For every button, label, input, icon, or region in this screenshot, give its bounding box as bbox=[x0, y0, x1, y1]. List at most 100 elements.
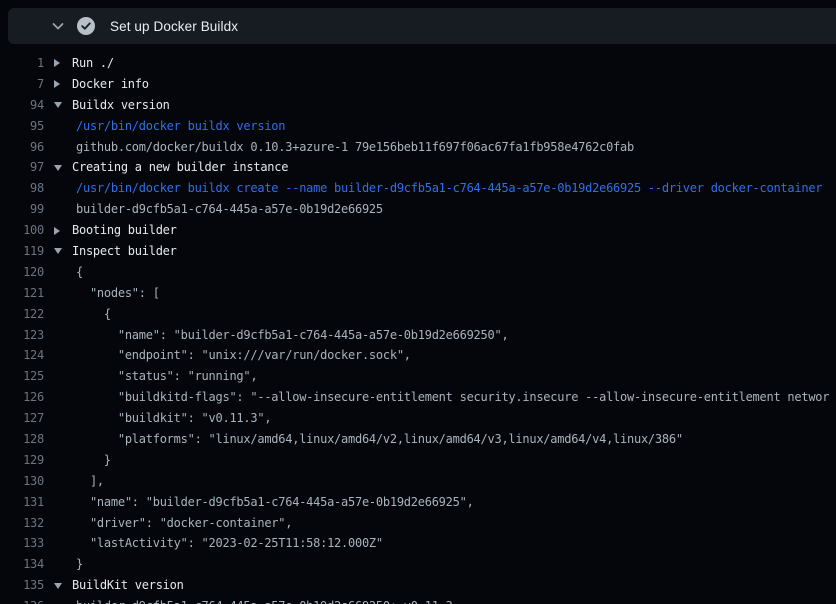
log-line: 119 Inspect builder bbox=[0, 241, 836, 262]
step-log-viewer: Set up Docker Buildx 1 Run ./ 7 Docker i… bbox=[0, 8, 836, 604]
log-command-text: /usr/bin/docker buildx create --name bui… bbox=[76, 178, 822, 199]
log-line: 135 BuildKit version bbox=[0, 575, 836, 596]
log-output-text: "endpoint": "unix:///var/run/docker.sock… bbox=[76, 345, 411, 366]
log-line: 98 /usr/bin/docker buildx create --name … bbox=[0, 178, 836, 199]
log-output-text: "nodes": [ bbox=[76, 283, 160, 304]
log-line-number[interactable]: 94 bbox=[0, 95, 44, 116]
log-group-title[interactable]: BuildKit version bbox=[72, 575, 184, 596]
log-line: 125 "status": "running", bbox=[0, 366, 836, 387]
log-line-number[interactable]: 123 bbox=[0, 325, 44, 346]
log-line-number[interactable]: 125 bbox=[0, 366, 44, 387]
triangle-down-icon[interactable] bbox=[54, 165, 62, 171]
group-toggle[interactable] bbox=[54, 59, 72, 67]
log-line: 134 } bbox=[0, 554, 836, 575]
log-group-title[interactable]: Creating a new builder instance bbox=[72, 157, 288, 178]
log-output-text: "buildkit": "v0.11.3", bbox=[76, 408, 271, 429]
log-group-title[interactable]: Run ./ bbox=[72, 53, 114, 74]
group-toggle[interactable] bbox=[54, 583, 72, 589]
log-line-number[interactable]: 99 bbox=[0, 199, 44, 220]
log-line-number[interactable]: 97 bbox=[0, 157, 44, 178]
log-group-title[interactable]: Inspect builder bbox=[72, 241, 177, 262]
log-output-text: } bbox=[76, 554, 83, 575]
group-toggle[interactable] bbox=[54, 227, 72, 235]
triangle-down-icon[interactable] bbox=[54, 583, 62, 589]
log-line-number[interactable]: 121 bbox=[0, 283, 44, 304]
log-line: 133 "lastActivity": "2023-02-25T11:58:12… bbox=[0, 533, 836, 554]
log-line: 120 { bbox=[0, 262, 836, 283]
log-line-number[interactable]: 128 bbox=[0, 429, 44, 450]
log-output-text: github.com/docker/buildx 0.10.3+azure-1 … bbox=[76, 137, 634, 158]
log-line-number[interactable]: 100 bbox=[0, 220, 44, 241]
log-line: 123 "name": "builder-d9cfb5a1-c764-445a-… bbox=[0, 325, 836, 346]
log-line: 131 "name": "builder-d9cfb5a1-c764-445a-… bbox=[0, 492, 836, 513]
triangle-down-icon[interactable] bbox=[54, 102, 62, 108]
log-line-number[interactable]: 133 bbox=[0, 533, 44, 554]
log-output-text: "status": "running", bbox=[76, 366, 257, 387]
triangle-right-icon[interactable] bbox=[54, 59, 60, 67]
log-line-number[interactable]: 120 bbox=[0, 262, 44, 283]
triangle-down-icon[interactable] bbox=[54, 248, 62, 254]
log-output-text: { bbox=[76, 304, 111, 325]
group-toggle[interactable] bbox=[54, 248, 72, 254]
log-output-text: "lastActivity": "2023-02-25T11:58:12.000… bbox=[76, 533, 383, 554]
step-title: Set up Docker Buildx bbox=[110, 19, 238, 34]
log-line-number[interactable]: 131 bbox=[0, 492, 44, 513]
log-line: 124 "endpoint": "unix:///var/run/docker.… bbox=[0, 345, 836, 366]
log-output-text: "platforms": "linux/amd64,linux/amd64/v2… bbox=[76, 429, 683, 450]
log-output-text: "buildkitd-flags": "--allow-insecure-ent… bbox=[76, 387, 829, 408]
log-line: 100 Booting builder bbox=[0, 220, 836, 241]
log-line-number[interactable]: 1 bbox=[0, 53, 44, 74]
log-line: 7 Docker info bbox=[0, 74, 836, 95]
log-line: 129 } bbox=[0, 450, 836, 471]
group-toggle[interactable] bbox=[54, 165, 72, 171]
log-line-number[interactable]: 136 bbox=[0, 596, 44, 604]
log-line-number[interactable]: 134 bbox=[0, 554, 44, 575]
triangle-right-icon[interactable] bbox=[54, 227, 60, 235]
log-line-number[interactable]: 98 bbox=[0, 178, 44, 199]
log-line-number[interactable]: 132 bbox=[0, 513, 44, 534]
log-line-number[interactable]: 95 bbox=[0, 116, 44, 137]
log-line-number[interactable]: 7 bbox=[0, 74, 44, 95]
log-line: 97 Creating a new builder instance bbox=[0, 157, 836, 178]
log-output-text: "driver": "docker-container", bbox=[76, 513, 292, 534]
log-output-text: "name": "builder-d9cfb5a1-c764-445a-a57e… bbox=[76, 325, 508, 346]
log-line-number[interactable]: 124 bbox=[0, 345, 44, 366]
log-line: 127 "buildkit": "v0.11.3", bbox=[0, 408, 836, 429]
check-circle-icon bbox=[77, 17, 95, 35]
log-output-text: "name": "builder-d9cfb5a1-c764-445a-a57e… bbox=[76, 492, 474, 513]
log-line: 126 "buildkitd-flags": "--allow-insecure… bbox=[0, 387, 836, 408]
log-line-number[interactable]: 119 bbox=[0, 241, 44, 262]
log-output-text: builder-d9cfb5a1-c764-445a-a57e-0b19d2e6… bbox=[76, 199, 383, 220]
group-toggle[interactable] bbox=[54, 102, 72, 108]
step-header[interactable]: Set up Docker Buildx bbox=[8, 8, 836, 44]
group-toggle[interactable] bbox=[54, 80, 72, 88]
log-output-text: { bbox=[76, 262, 83, 283]
log-line: 132 "driver": "docker-container", bbox=[0, 513, 836, 534]
log-line-number[interactable]: 96 bbox=[0, 137, 44, 158]
log-line-number[interactable]: 126 bbox=[0, 387, 44, 408]
log-output-text: builder-d9cfb5a1-c764-445a-a57e-0b19d2e6… bbox=[76, 596, 453, 604]
log-lines: 1 Run ./ 7 Docker info 94 Buildx version… bbox=[0, 53, 836, 604]
log-line-number[interactable]: 129 bbox=[0, 450, 44, 471]
log-line: 96 github.com/docker/buildx 0.10.3+azure… bbox=[0, 137, 836, 158]
log-line-number[interactable]: 135 bbox=[0, 575, 44, 596]
log-group-title[interactable]: Docker info bbox=[72, 74, 149, 95]
triangle-right-icon[interactable] bbox=[54, 80, 60, 88]
log-line: 99 builder-d9cfb5a1-c764-445a-a57e-0b19d… bbox=[0, 199, 836, 220]
log-line: 128 "platforms": "linux/amd64,linux/amd6… bbox=[0, 429, 836, 450]
log-line: 136 builder-d9cfb5a1-c764-445a-a57e-0b19… bbox=[0, 596, 836, 604]
log-line: 121 "nodes": [ bbox=[0, 283, 836, 304]
log-line-number[interactable]: 127 bbox=[0, 408, 44, 429]
log-output-text: } bbox=[76, 450, 111, 471]
chevron-down-icon[interactable] bbox=[52, 20, 64, 32]
log-group-title[interactable]: Booting builder bbox=[72, 220, 177, 241]
log-line: 122 { bbox=[0, 304, 836, 325]
log-line: 130 ], bbox=[0, 471, 836, 492]
log-line: 1 Run ./ bbox=[0, 53, 836, 74]
log-group-title[interactable]: Buildx version bbox=[72, 95, 170, 116]
log-line-number[interactable]: 130 bbox=[0, 471, 44, 492]
log-line: 95 /usr/bin/docker buildx version bbox=[0, 116, 836, 137]
log-line-number[interactable]: 122 bbox=[0, 304, 44, 325]
log-command-text: /usr/bin/docker buildx version bbox=[76, 116, 285, 137]
log-output-text: ], bbox=[76, 471, 104, 492]
